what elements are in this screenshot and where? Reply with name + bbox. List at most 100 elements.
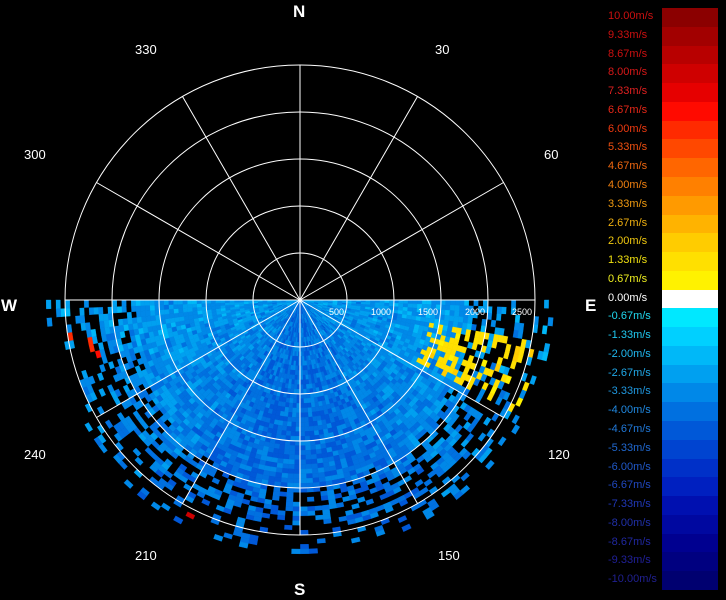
velocity-gate: [500, 313, 507, 322]
velocity-gate: [287, 407, 293, 413]
velocity-gate: [64, 299, 71, 309]
colorbar-entry: -0.67m/s: [606, 308, 718, 328]
velocity-gate: [299, 459, 306, 465]
velocity-gate: [279, 491, 287, 498]
velocity-gate: [291, 544, 301, 550]
colorbar-entry: 8.00m/s: [606, 64, 718, 84]
velocity-gate: [172, 304, 179, 310]
velocity-gate: [299, 473, 307, 479]
velocity-gate: [501, 306, 507, 315]
velocity-gate: [299, 515, 308, 522]
velocity-gate: [496, 306, 503, 315]
velocity-gate: [277, 510, 286, 516]
velocity-gate: [317, 547, 327, 554]
velocity-gate: [88, 314, 95, 323]
velocity-gate: [295, 412, 301, 418]
velocity-gate: [285, 501, 294, 507]
velocity-gate: [313, 500, 322, 507]
velocity-gate: [295, 431, 301, 437]
velocity-gate: [136, 316, 142, 324]
colorbar-swatch: [662, 552, 718, 572]
velocity-gate: [299, 440, 306, 446]
velocity-gate: [292, 497, 301, 503]
velocity-gate: [310, 458, 318, 465]
velocity-gate: [275, 524, 285, 530]
velocity-gate: [421, 299, 428, 305]
velocity-gate: [543, 308, 550, 318]
velocity-gate: [304, 431, 310, 437]
velocity-gate: [305, 383, 310, 390]
velocity-gate: [282, 458, 290, 465]
velocity-gate: [315, 524, 325, 530]
velocity-gate: [135, 305, 141, 312]
velocity-gate: [168, 299, 174, 305]
velocity-gate: [308, 543, 318, 550]
velocity-gate: [292, 393, 297, 399]
velocity-gate: [307, 411, 313, 418]
colorbar-entry: -2.67m/s: [606, 364, 718, 384]
colorbar-entry: -6.67m/s: [606, 477, 718, 497]
velocity-gate: [305, 463, 313, 470]
velocity-gate: [210, 305, 217, 310]
colorbar-entry: -3.33m/s: [606, 383, 718, 403]
velocity-gate: [168, 313, 175, 319]
velocity-gate: [286, 492, 294, 498]
velocity-gate: [299, 407, 305, 414]
colorbar-swatch: [662, 176, 718, 196]
velocity-gate: [299, 487, 307, 493]
velocity-gate: [201, 299, 207, 304]
velocity-gate: [539, 299, 545, 309]
south-label: S: [294, 580, 306, 599]
velocity-gate: [449, 305, 456, 312]
velocity-gate: [182, 311, 189, 317]
velocity-gate: [169, 317, 176, 324]
velocity-gate: [505, 314, 512, 323]
colorbar-entry: 9.33m/s: [606, 26, 718, 46]
velocity-gate: [276, 514, 286, 521]
velocity-gate: [473, 299, 479, 307]
velocity-gate: [305, 454, 312, 460]
velocity-gate: [291, 520, 301, 526]
velocity-gate: [287, 463, 295, 470]
velocity-gate: [468, 299, 475, 307]
velocity-gate: [440, 304, 446, 311]
velocity-gate: [276, 458, 284, 464]
velocity-gate: [301, 356, 305, 362]
velocity-gate: [293, 487, 301, 493]
colorbar-swatch: [662, 345, 718, 365]
velocity-gate: [287, 411, 293, 418]
velocity-gate: [301, 360, 305, 366]
velocity-gate: [315, 453, 323, 460]
velocity-gate: [294, 436, 301, 442]
velocity-gate: [487, 299, 493, 307]
colorbar-swatch: [662, 477, 718, 497]
velocity-gate: [79, 314, 86, 324]
colorbar-entry: 4.00m/s: [606, 176, 718, 196]
velocity-gate: [462, 316, 469, 324]
velocity-gate: [299, 412, 305, 418]
velocity-gate: [402, 306, 409, 312]
colorbar-label: 5.33m/s: [608, 141, 648, 154]
velocity-gate: [282, 463, 289, 470]
colorbar-swatch: [662, 496, 718, 515]
velocity-gate: [196, 299, 202, 304]
velocity-gate: [311, 468, 319, 474]
velocity-gate: [431, 299, 437, 305]
velocity-gate: [290, 426, 296, 432]
colorbar-entry: -8.67m/s: [606, 533, 718, 553]
colorbar-entry: 5.33m/s: [606, 139, 718, 159]
velocity-gate: [196, 303, 202, 308]
velocity-gate: [102, 306, 108, 314]
velocity-gate: [454, 305, 460, 312]
velocity-gate: [293, 464, 301, 470]
velocity-gate: [182, 299, 188, 305]
velocity-gate: [280, 477, 288, 484]
velocity-gate: [284, 510, 293, 517]
velocity-gate: [144, 305, 151, 312]
velocity-gate: [192, 310, 198, 316]
velocity-gate: [288, 402, 294, 409]
velocity-gate: [164, 313, 170, 320]
velocity-gate: [547, 317, 554, 327]
velocity-gate: [299, 544, 309, 550]
velocity-gate: [299, 497, 308, 503]
